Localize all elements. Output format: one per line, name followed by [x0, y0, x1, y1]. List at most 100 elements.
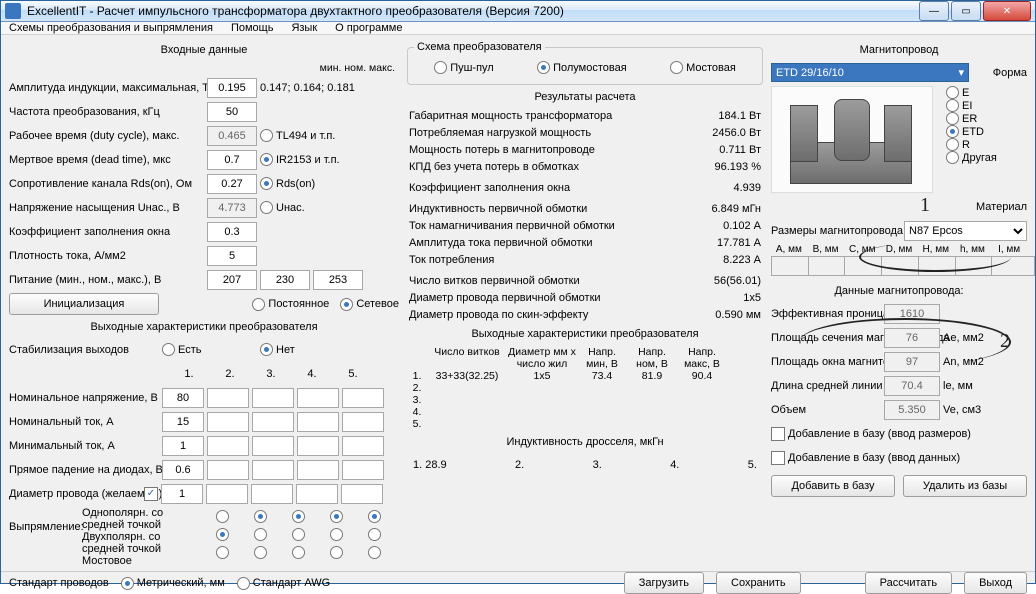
title-bar: ExcellentIT - Расчет импульсного трансфо…: [1, 1, 1035, 22]
shape-e[interactable]: E: [946, 86, 1027, 99]
results-title: Результаты расчета: [407, 91, 763, 103]
minimize-button[interactable]: —: [919, 1, 949, 21]
add-dims-check[interactable]: [771, 427, 785, 441]
ac-radio[interactable]: Сетевое: [340, 298, 399, 311]
rect-opt3: Мостовое: [82, 555, 200, 567]
inom-1[interactable]: [162, 412, 204, 432]
chevron-down-icon: ▾: [958, 66, 964, 79]
footer-bar: Стандарт проводов Метрический, мм Станда…: [1, 571, 1035, 594]
save-button[interactable]: Сохранить: [716, 572, 801, 594]
close-button[interactable]: ✕: [983, 1, 1031, 21]
freq-input[interactable]: [207, 102, 257, 122]
shape-er[interactable]: ER: [946, 112, 1027, 125]
fullbridge-radio[interactable]: Мостовая: [670, 61, 736, 74]
core-select[interactable]: ETD 29/16/10▾: [771, 63, 969, 82]
stab-label: Стабилизация выходов: [9, 344, 159, 356]
rdson-radio[interactable]: Rds(on): [260, 177, 315, 190]
coredata-title: Данные магнитопровода:: [771, 285, 1027, 297]
duty-label: Рабочее время (duty cycle), макс.: [9, 130, 204, 142]
tl494-radio[interactable]: TL494 и т.п.: [260, 129, 335, 142]
vdrop-1[interactable]: [162, 460, 204, 480]
maximize-button[interactable]: ▭: [951, 1, 981, 21]
exit-button[interactable]: Выход: [964, 572, 1027, 594]
ind-title: Индуктивность дросселя, мкГн: [407, 436, 763, 448]
wire-1[interactable]: [161, 484, 203, 504]
shape-etd[interactable]: ETD: [946, 125, 1027, 138]
menu-bar: Схемы преобразования и выпрямления Помощ…: [1, 22, 1035, 35]
core-title: Магнитопровод: [771, 44, 1027, 56]
inom-label: Номинальный ток, А: [9, 416, 159, 428]
duty-input[interactable]: [207, 126, 257, 146]
shape-label: Форма: [972, 67, 1027, 79]
density-label: Плотность тока, А/мм2: [9, 250, 204, 262]
std-label: Стандарт проводов: [9, 577, 109, 589]
stab-yes[interactable]: Есть: [162, 343, 212, 356]
awg-radio[interactable]: Стандарт AWG: [237, 577, 330, 590]
ve-input[interactable]: [884, 400, 940, 420]
add-data-check[interactable]: [771, 451, 785, 465]
rect-1-2[interactable]: [254, 510, 267, 523]
supply-nom[interactable]: [260, 270, 310, 290]
del-db-button[interactable]: Удалить из базы: [903, 475, 1027, 497]
shape-r[interactable]: R: [946, 138, 1027, 151]
induction-input[interactable]: [207, 78, 257, 98]
induction-label: Амплитуда индукции, максимальная, Т: [9, 82, 204, 94]
rect-2-1[interactable]: [216, 528, 229, 541]
core-image: [771, 86, 933, 193]
density-input[interactable]: [207, 246, 257, 266]
outres-title: Выходные характеристики преобразователя: [407, 328, 763, 340]
vnom-4[interactable]: [297, 388, 339, 408]
menu-lang[interactable]: Язык: [291, 22, 317, 34]
rect-1-1[interactable]: [216, 510, 229, 523]
vnom-2[interactable]: [207, 388, 249, 408]
rect-label: Выпрямление:: [9, 507, 79, 533]
init-button[interactable]: Инициализация: [9, 293, 159, 315]
vnom-label: Номинальное напряжение, В: [9, 392, 159, 404]
rect-opt1: Однополярн. со средней точкой: [82, 507, 200, 531]
supply-max[interactable]: [313, 270, 363, 290]
calc-button[interactable]: Рассчитать: [865, 572, 952, 594]
fill-input[interactable]: [207, 222, 257, 242]
wire-check[interactable]: ✓: [144, 487, 158, 501]
perm-input[interactable]: [884, 304, 940, 324]
app-icon: [5, 3, 21, 19]
dc-radio[interactable]: Постоянное: [252, 298, 329, 311]
deadtime-input[interactable]: [207, 150, 257, 170]
vnom-1[interactable]: [162, 388, 204, 408]
unas-input[interactable]: [207, 198, 257, 218]
le-input[interactable]: [884, 376, 940, 396]
shape-ei[interactable]: EI: [946, 99, 1027, 112]
add-db-button[interactable]: Добавить в базу: [771, 475, 895, 497]
shape-other[interactable]: Другая: [946, 151, 1027, 164]
deadtime-label: Мертвое время (dead time), мкс: [9, 154, 204, 166]
freq-label: Частота преобразования, кГц: [9, 106, 204, 118]
imin-1[interactable]: [162, 436, 204, 456]
metric-radio[interactable]: Метрический, мм: [121, 577, 225, 590]
ae-input[interactable]: [884, 328, 940, 348]
an-input[interactable]: [884, 352, 940, 372]
vnom-3[interactable]: [252, 388, 294, 408]
menu-help[interactable]: Помощь: [231, 22, 274, 34]
menu-schemes[interactable]: Схемы преобразования и выпрямления: [9, 22, 213, 34]
out-title: Выходные характеристики преобразователя: [9, 321, 399, 333]
scheme-title: Схема преобразователя: [414, 41, 545, 53]
supply-label: Питание (мин., ном., макс.), В: [9, 274, 204, 286]
rect-3-1[interactable]: [216, 546, 229, 559]
app-window: ExcellentIT - Расчет импульсного трансфо…: [0, 0, 1036, 584]
material-select[interactable]: N87 Epcos: [904, 221, 1027, 241]
vnom-5[interactable]: [342, 388, 384, 408]
halfbridge-radio[interactable]: Полумостовая: [537, 61, 627, 74]
supply-min[interactable]: [207, 270, 257, 290]
mat-label: Материал: [976, 201, 1027, 213]
scheme-group: Схема преобразователя Пуш-пул Полумостов…: [407, 41, 763, 85]
rdson-label: Сопротивление канала Rds(on), Ом: [9, 178, 204, 190]
rdson-input[interactable]: [207, 174, 257, 194]
ir2153-radio[interactable]: IR2153 и т.п.: [260, 153, 340, 166]
stab-no[interactable]: Нет: [260, 343, 295, 356]
dims-label: Размеры магнитопровода:: [771, 225, 901, 237]
menu-about[interactable]: О программе: [335, 22, 402, 34]
induction-note: 0.147; 0.164; 0.181: [260, 82, 355, 94]
unas-radio[interactable]: Uнас.: [260, 201, 305, 214]
pushpull-radio[interactable]: Пуш-пул: [434, 61, 494, 74]
load-button[interactable]: Загрузить: [624, 572, 704, 594]
